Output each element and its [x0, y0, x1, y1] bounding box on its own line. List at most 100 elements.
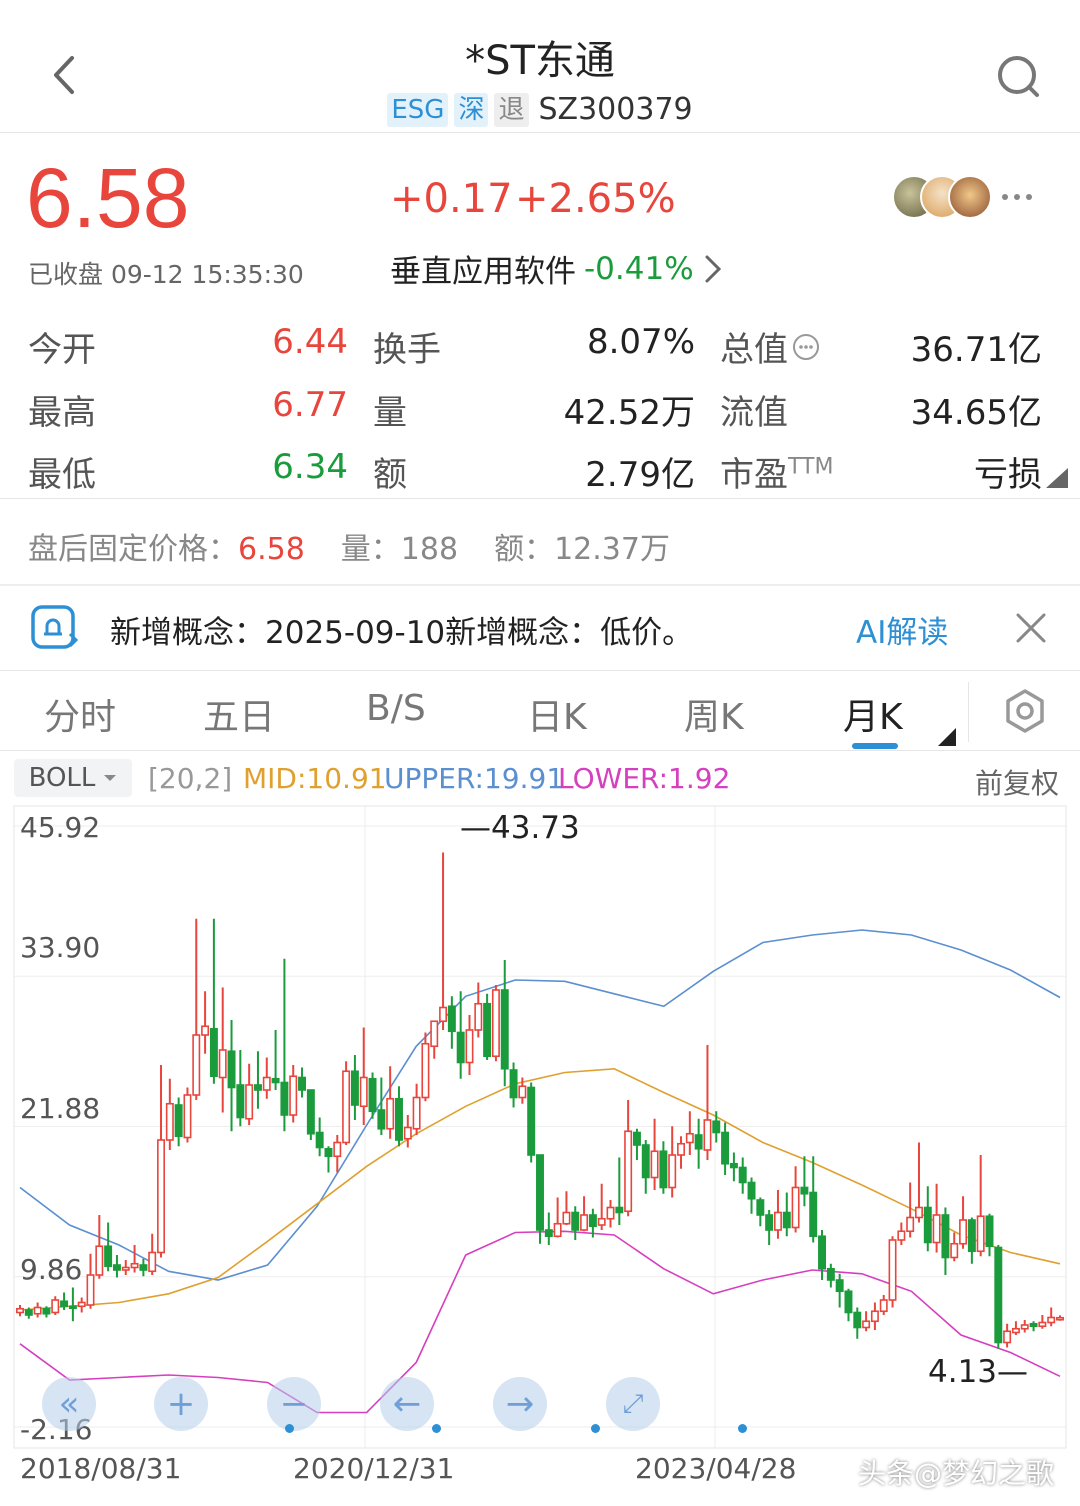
candle — [112, 1255, 121, 1278]
stat-total-cap[interactable]: 总值 — [720, 322, 820, 371]
ai-interpret-button[interactable]: AI解读 — [856, 607, 948, 652]
candle — [236, 1050, 245, 1127]
kline-chart[interactable] — [0, 800, 1080, 1450]
candle — [16, 1305, 24, 1317]
max-price-value: 43.73 — [491, 810, 580, 846]
stat-label-high: 最高 — [28, 393, 96, 433]
pe-label-text: 市盈 — [720, 455, 788, 495]
after-hours-vol: 188 — [400, 532, 459, 567]
candle — [941, 1207, 950, 1275]
adjust-mode-button[interactable]: 前复权 — [975, 762, 1059, 802]
candle — [421, 1032, 430, 1102]
arrow-right-icon: → — [505, 1384, 535, 1424]
gear-icon — [1006, 689, 1044, 733]
price-change-pct: +2.65% — [515, 176, 676, 222]
more-button[interactable] — [1000, 180, 1034, 214]
candle — [791, 1166, 800, 1233]
candle — [430, 1020, 439, 1059]
candle — [950, 1232, 959, 1262]
arrow-left-icon: ← — [392, 1384, 422, 1424]
indicator-select[interactable]: BOLL — [14, 759, 132, 797]
candle — [395, 1086, 403, 1147]
candle — [262, 1057, 271, 1099]
candle — [729, 1152, 738, 1182]
candle — [870, 1302, 879, 1330]
candle — [86, 1253, 95, 1309]
close-concept-button[interactable] — [1014, 611, 1048, 649]
candle — [1056, 1315, 1064, 1321]
market-tag: 深 — [454, 92, 489, 127]
candle — [932, 1183, 941, 1253]
candle — [104, 1222, 113, 1272]
stat-value-turnover: 8.07% — [586, 322, 695, 362]
tab-daily-k[interactable]: 日K — [527, 688, 587, 740]
price-change: +0.17 — [390, 176, 513, 222]
stat-value-amount: 2.79亿 — [585, 455, 695, 495]
scroll-to-start-button[interactable]: « — [42, 1377, 96, 1431]
tab-monthly-k[interactable]: 月K — [843, 688, 903, 740]
candle — [298, 1067, 307, 1098]
more-icon — [1002, 194, 1032, 200]
chart-settings-button[interactable] — [1002, 688, 1048, 738]
candle — [130, 1245, 139, 1273]
period-dropdown[interactable] — [938, 728, 956, 750]
y-tick-label: 21.88 — [20, 1092, 101, 1125]
candle — [315, 1117, 324, 1157]
indicator-upper: UPPER:19.91 — [384, 762, 565, 795]
sector-link[interactable]: 垂直应用软件 -0.41% — [390, 246, 724, 291]
tab-weekly-k[interactable]: 周K — [684, 688, 744, 740]
indicator-lower: LOWER:1.92 — [558, 762, 731, 795]
x-tick-label: 2020/12/31 — [293, 1452, 455, 1485]
sector-change: -0.41% — [584, 250, 694, 287]
scroll-right-button[interactable]: → — [493, 1377, 547, 1431]
after-hours-vol-label: 量： — [340, 532, 401, 567]
search-button[interactable] — [992, 50, 1046, 104]
candle — [306, 1089, 315, 1140]
tab-bs[interactable]: B/S — [366, 688, 426, 729]
candle — [121, 1260, 130, 1275]
candle — [967, 1217, 976, 1264]
after-hours-label: 盘后固定价格： — [28, 532, 238, 567]
candle — [544, 1212, 553, 1245]
candle — [201, 991, 210, 1054]
stat-value-volume: 42.52万 — [563, 393, 695, 433]
candle — [491, 985, 500, 1062]
after-hours-price: 6.58 — [238, 532, 305, 567]
indicator-mid: MID:10.91 — [243, 762, 387, 795]
zoom-in-button[interactable]: + — [154, 1377, 208, 1431]
chevron-down-icon — [104, 775, 117, 781]
section-divider — [0, 584, 1080, 586]
page-dot — [285, 1424, 294, 1433]
candle — [773, 1190, 782, 1239]
candle — [624, 1100, 633, 1217]
stats-divider — [0, 498, 1080, 499]
candle — [165, 1078, 174, 1150]
double-chevron-left-icon: « — [58, 1384, 80, 1424]
candle — [1038, 1315, 1047, 1329]
candle — [747, 1177, 756, 1214]
candle — [765, 1210, 774, 1245]
candle — [68, 1287, 77, 1322]
expand-icon: ⤢ — [622, 1388, 644, 1419]
expand-stats-button[interactable] — [1046, 468, 1068, 492]
tab-intraday[interactable]: 分时 — [44, 688, 116, 740]
min-price-value: 4.13 — [928, 1354, 998, 1390]
candle — [139, 1258, 148, 1277]
tab-five-day[interactable]: 五日 — [203, 688, 275, 740]
delisting-tag: 退 — [494, 92, 529, 127]
candle — [183, 1087, 192, 1143]
follower-avatars[interactable] — [892, 175, 992, 219]
candle — [359, 1027, 368, 1125]
stat-value-total-cap: 36.71亿 — [910, 330, 1042, 370]
chevron-right-icon — [705, 255, 721, 282]
scroll-left-button[interactable]: ← — [380, 1377, 434, 1431]
concept-text: 新增概念：2025-09-10新增概念：低价。 — [110, 615, 694, 651]
tab-divider — [968, 682, 969, 742]
candle — [562, 1191, 571, 1225]
search-icon — [998, 56, 1039, 97]
candle — [677, 1136, 685, 1169]
candle — [483, 993, 492, 1060]
fullscreen-button[interactable]: ⤢ — [606, 1377, 660, 1431]
zoom-out-button[interactable]: − — [267, 1377, 321, 1431]
candle — [641, 1140, 650, 1194]
